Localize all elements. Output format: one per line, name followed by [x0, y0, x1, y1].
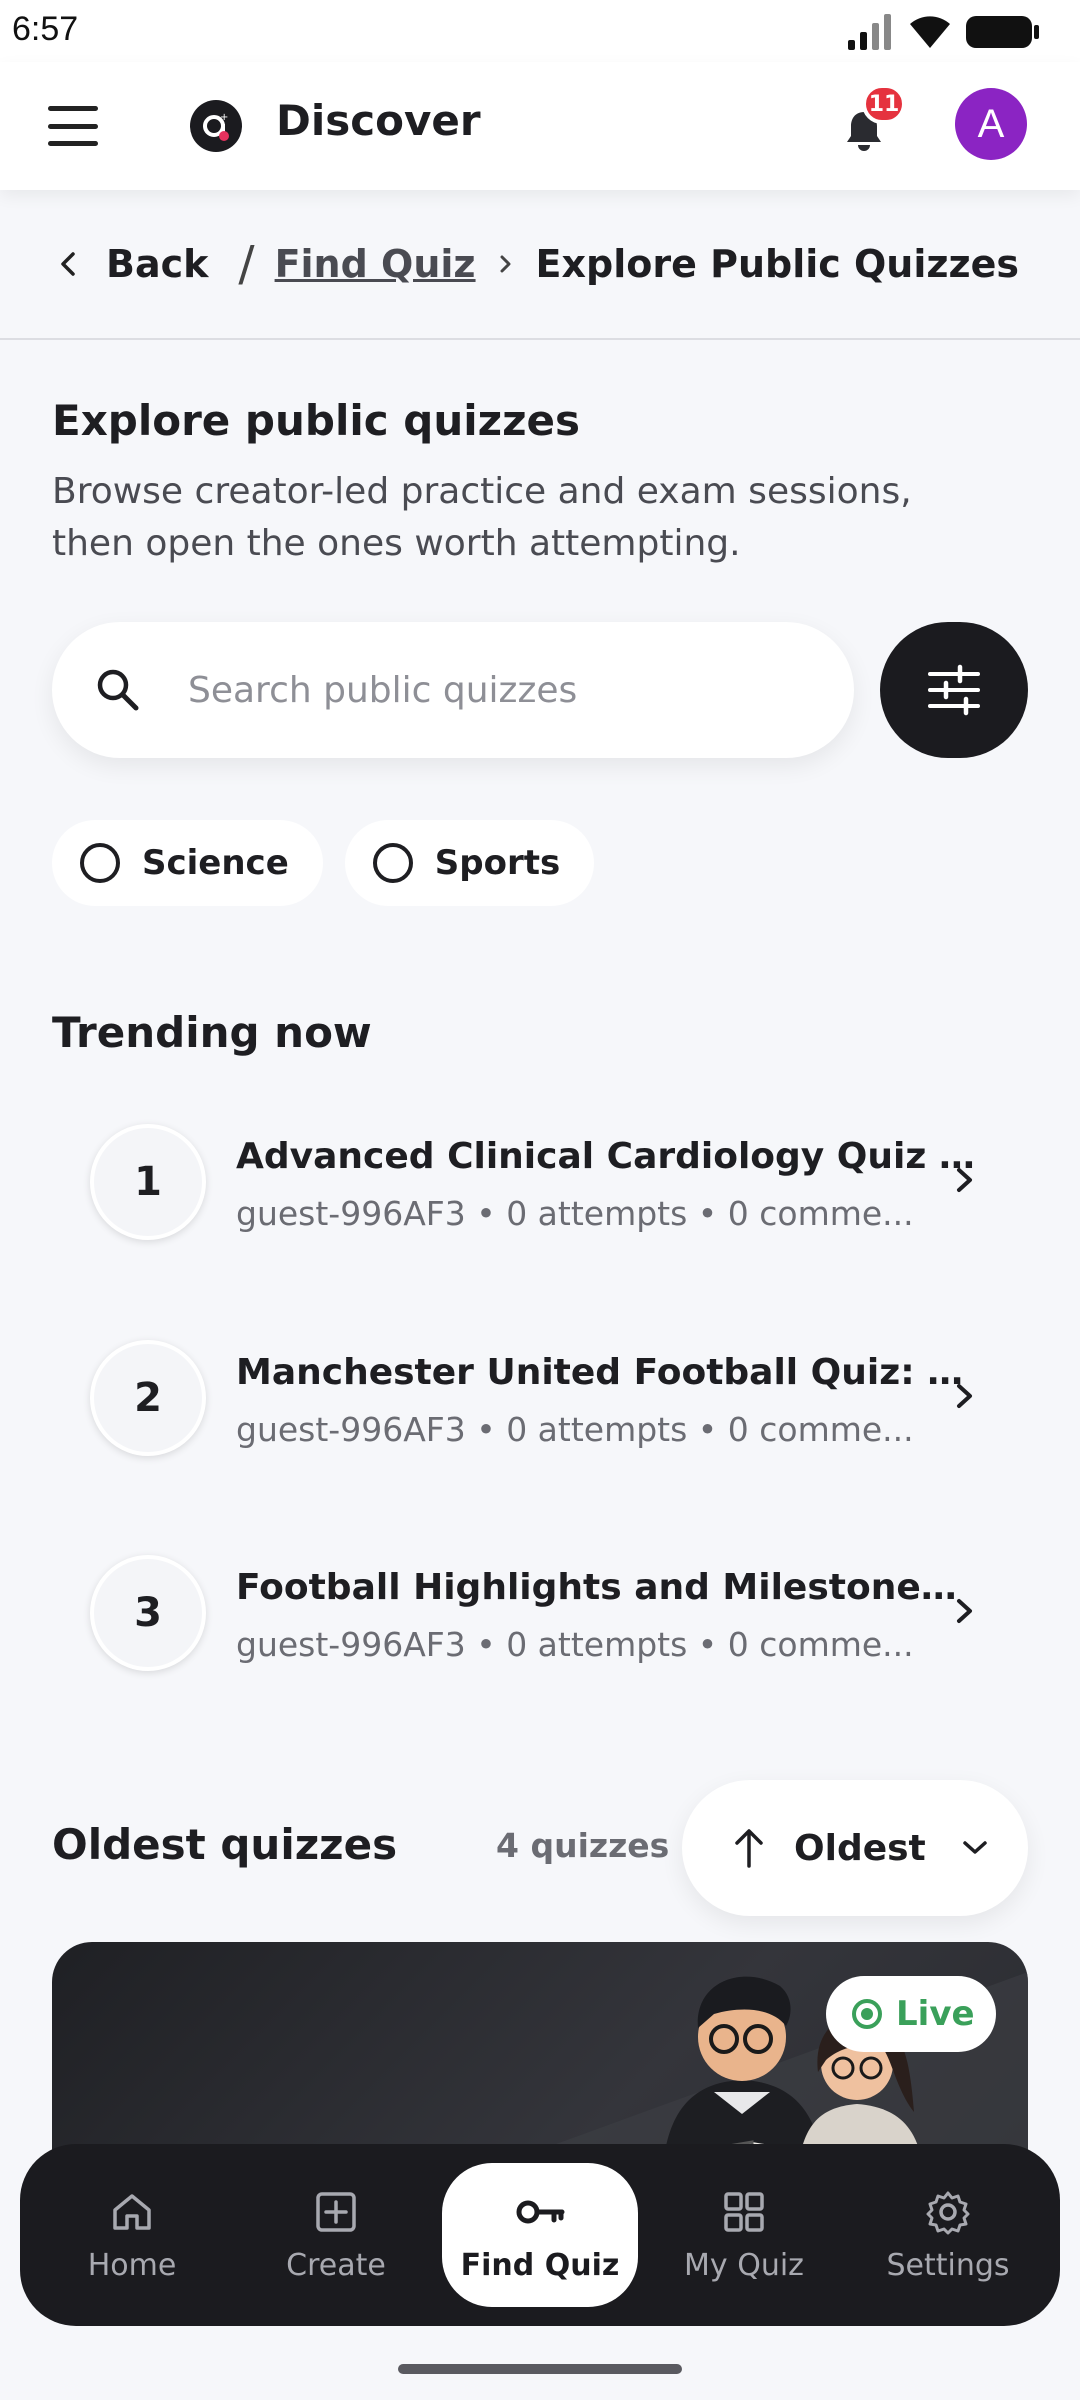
category-chips: Science Sports: [52, 820, 595, 906]
page-title: Discover: [276, 96, 481, 145]
sort-dropdown[interactable]: Oldest: [682, 1780, 1028, 1916]
nav-find-quiz[interactable]: Find Quiz: [442, 2163, 638, 2307]
status-time: 6:57: [12, 10, 79, 48]
nav-label: Create: [286, 2247, 386, 2283]
search-box: [52, 622, 854, 758]
chip-label: Science: [142, 843, 289, 883]
home-indicator: [398, 2364, 682, 2374]
status-bar: 6:57: [0, 0, 1080, 62]
quiz-title: Manchester United Football Quiz: 2...: [236, 1352, 976, 1393]
live-label: Live: [896, 1994, 975, 2034]
nav-create[interactable]: Create: [238, 2163, 434, 2307]
quiz-meta: guest-996AF3 • 0 attempts • 0 comme...: [236, 1194, 914, 1233]
chevron-right-icon: [498, 252, 514, 276]
chevron-right-icon: [950, 1591, 980, 1635]
quiz-meta: guest-996AF3 • 0 attempts • 0 comme...: [236, 1625, 914, 1664]
breadcrumb-find-quiz-link[interactable]: Find Quiz: [275, 242, 476, 286]
breadcrumb: Back / Find Quiz Explore Public Quizzes: [0, 190, 1080, 340]
arrow-up-icon: [732, 1826, 766, 1870]
live-status-icon: [852, 1999, 882, 2029]
nav-label: My Quiz: [684, 2247, 804, 2283]
nav-my-quiz[interactable]: My Quiz: [646, 2163, 842, 2307]
chevron-right-icon: [950, 1160, 980, 1204]
bottom-nav: Home Create Find Quiz My Quiz Settings: [20, 2144, 1060, 2326]
wifi-icon: [910, 16, 950, 48]
status-icons: [848, 14, 1040, 50]
grid-icon: [724, 2191, 764, 2232]
nav-label: Find Quiz: [460, 2247, 620, 2283]
key-icon: [516, 2200, 565, 2223]
plus-square-icon: [316, 2191, 356, 2232]
chevron-down-icon: [960, 1838, 990, 1858]
quiz-count: 4 quizzes: [496, 1826, 670, 1865]
rank-badge: 1: [90, 1124, 206, 1240]
app-header: + Discover 11 A: [0, 62, 1080, 190]
quiz-title: Advanced Clinical Cardiology Quiz ...: [236, 1136, 976, 1177]
notification-badge: 11: [862, 84, 906, 124]
radio-icon: [80, 843, 120, 883]
breadcrumb-current: Explore Public Quizzes: [535, 242, 1020, 286]
nav-label: Home: [87, 2247, 177, 2283]
quiz-meta: guest-996AF3 • 0 attempts • 0 comme...: [236, 1410, 914, 1449]
chevron-right-icon: [950, 1376, 980, 1420]
trending-item[interactable]: 1 Advanced Clinical Cardiology Quiz ... …: [52, 1084, 1028, 1280]
nav-home[interactable]: Home: [34, 2163, 230, 2307]
quiz-title: Football Highlights and Milestones: ...: [236, 1567, 976, 1608]
home-icon: [113, 2193, 151, 2230]
menu-icon[interactable]: [48, 106, 98, 146]
rank-badge: 3: [90, 1555, 206, 1671]
chevron-left-icon[interactable]: [58, 249, 88, 279]
trending-item[interactable]: 2 Manchester United Football Quiz: 2... …: [52, 1300, 1028, 1496]
section-title: Explore public quizzes: [52, 396, 580, 445]
rank-badge: 2: [90, 1340, 206, 1456]
back-link[interactable]: Back: [106, 242, 208, 286]
chip-label: Sports: [434, 843, 561, 883]
trending-title: Trending now: [52, 1008, 372, 1057]
avatar[interactable]: A: [955, 88, 1027, 160]
sliders-icon: [928, 664, 980, 716]
search-icon: [92, 664, 144, 720]
nav-settings[interactable]: Settings: [850, 2163, 1046, 2307]
app-logo: +: [190, 100, 242, 152]
radio-icon: [372, 843, 413, 883]
trending-item[interactable]: 3 Football Highlights and Milestones: ..…: [52, 1515, 1028, 1711]
filter-button[interactable]: [880, 622, 1028, 758]
sort-label: Oldest: [794, 1827, 926, 1869]
gear-icon: [926, 2191, 970, 2234]
live-badge: Live: [826, 1976, 996, 2052]
svg-text:+: +: [220, 112, 228, 123]
section-description: Browse creator-led practice and exam ses…: [52, 471, 912, 564]
signal-icon: [848, 14, 891, 50]
chip-science[interactable]: Science: [52, 820, 323, 906]
oldest-title: Oldest quizzes: [52, 1820, 398, 1869]
search-input[interactable]: [188, 656, 808, 724]
chip-sports[interactable]: Sports: [344, 820, 595, 906]
battery-icon: [966, 16, 1039, 48]
breadcrumb-separator: /: [238, 236, 255, 292]
nav-label: Settings: [886, 2247, 1010, 2283]
